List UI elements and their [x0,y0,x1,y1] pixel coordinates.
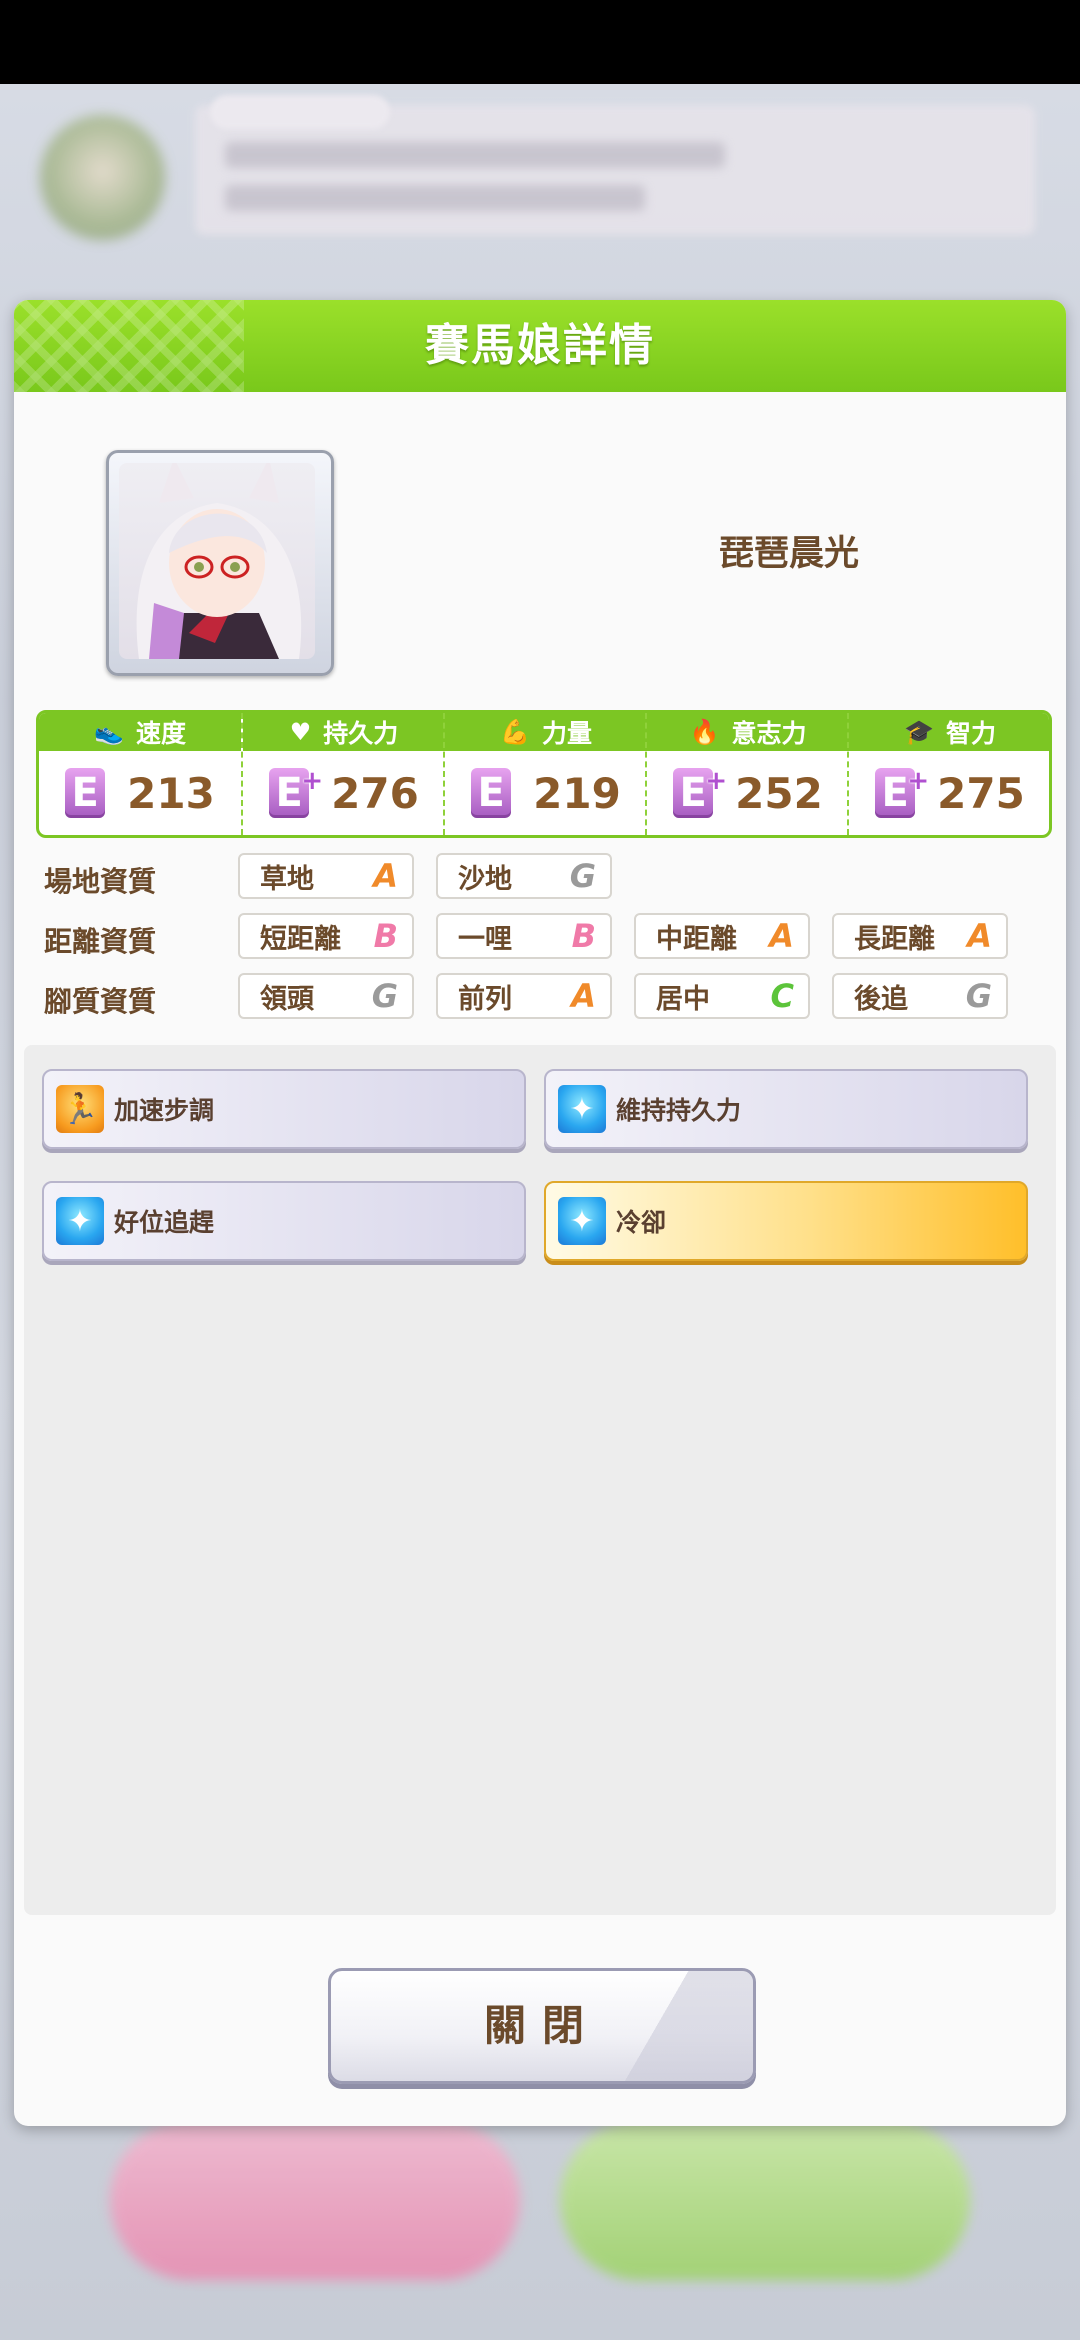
dialog-header: 賽馬娘詳情 [14,300,1066,392]
aptitude-pace-chaser: 前列 A [436,973,612,1019]
shoe-icon: 👟 [94,718,124,746]
stats-panel: 👟 速度 E 213 ♥ 持久力 E 276 💪 力量 [36,710,1052,838]
aptitude-label-distance: 距離資質 [44,925,157,958]
background-text-line [225,185,645,211]
umamusume-detail-dialog: 賽馬娘詳情 琵琶晨光 👟 速度 E 213 ♥ 持久力 E + 276 💪 力量… [14,300,1066,2126]
close-button[interactable]: 關閉 [328,1968,756,2084]
stat-guts: 🔥 意志力 E 252 [645,713,849,835]
aptitude-long: 長距離 A [832,913,1008,959]
rank-badge: B [571,917,596,955]
aptitude-sprint: 短距離 B [238,913,414,959]
stat-wisdom: 🎓 智力 E 275 [847,713,1049,835]
character-portrait [106,450,334,676]
rank-badge: A [967,917,992,955]
stat-label: 力量 [541,719,592,748]
stat-power: 💪 力量 E 219 [443,713,647,835]
stat-value: 213 [127,768,215,818]
close-button-label: 關閉 [483,2001,600,2050]
rank-badge: A [769,917,794,955]
skill-item[interactable]: 🏃 加速步調 [42,1069,526,1149]
stat-speed: 👟 速度 E 213 [39,713,241,835]
skills-panel: 🏃 加速步調 ✦ 維持持久力 ✦ 好位追趕 ✦ 冷卻 [24,1045,1056,1915]
character-name: 琵琶晨光 [718,534,859,574]
stat-grade: E [65,768,106,818]
stat-grade: E [875,756,929,818]
running-figure-icon: 🏃 [56,1085,104,1133]
stat-stamina: ♥ 持久力 E 276 [241,713,445,835]
skill-item[interactable]: ✦ 好位追趕 [42,1181,526,1261]
aptitude-medium: 中距離 A [634,913,810,959]
muscle-icon: 💪 [500,718,530,746]
rank-badge: G [965,977,992,1015]
stat-label: 速度 [135,719,186,748]
stat-label: 持久力 [323,719,399,748]
rank-badge: G [569,857,596,895]
stat-value: 252 [735,768,823,818]
aptitude-end-closer: 後追 G [832,973,1008,1019]
status-bar [0,0,1080,84]
stat-value: 219 [533,768,621,818]
rank-badge: C [770,977,794,1015]
rank-badge: G [371,977,398,1015]
aptitude-mile: 一哩 B [436,913,612,959]
skill-item-gold[interactable]: ✦ 冷卻 [544,1181,1028,1261]
rank-badge: A [373,857,398,895]
rank-badge: A [571,977,596,1015]
stat-grade: E [471,768,512,818]
aptitude-label-style: 腳質資質 [44,985,157,1018]
heart-icon: ♥ [289,718,312,746]
background-text-line [225,142,725,168]
stat-value: 276 [331,768,419,818]
flame-icon: 🔥 [689,718,720,746]
aptitude-turf: 草地 A [238,853,414,899]
graduation-cap-icon: 🎓 [904,718,934,746]
stat-grade: E [673,756,727,818]
stat-label: 智力 [945,719,996,748]
background-avatar [40,115,165,240]
dialog-title: 賽馬娘詳情 [425,320,655,371]
aptitude-label-track: 場地資質 [44,865,157,898]
sparkle-icon: ✦ [558,1085,606,1133]
aptitude-late-surger: 居中 C [634,973,810,1019]
stat-grade: E [269,756,323,818]
character-image [119,463,315,659]
sparkle-icon: ✦ [56,1197,104,1245]
sparkle-icon: ✦ [558,1197,606,1245]
rank-badge: B [373,917,398,955]
aptitude-dirt: 沙地 G [436,853,612,899]
skill-item[interactable]: ✦ 維持持久力 [544,1069,1028,1149]
stat-label: 意志力 [731,719,807,748]
background-speaker-tag [210,95,390,129]
background-green-button [560,2120,970,2280]
stat-value: 275 [937,768,1025,818]
background-pink-button [110,2120,520,2280]
aptitude-front-runner: 領頭 G [238,973,414,1019]
